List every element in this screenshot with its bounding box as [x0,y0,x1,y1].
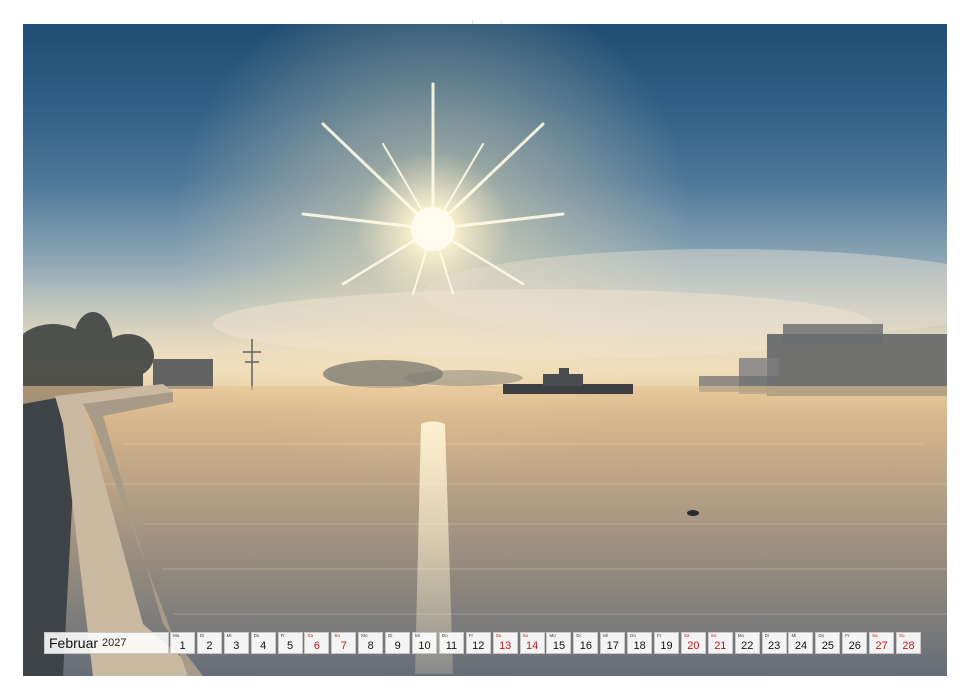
weekday-label: Mi [603,633,608,638]
day-cell: Mi 10 [412,632,438,654]
day-cell: Sa 20 [680,632,706,654]
weekday-label: Do [818,633,825,638]
day-cell: Sa 27 [869,632,895,654]
duck-icon [687,510,699,516]
day-number: 18 [633,640,646,652]
weekday-label: Mo [173,633,180,638]
weekday-label: Do [253,633,260,638]
day-number: 17 [606,640,619,652]
day-cells: Mo 1 Di 2 Mi 3 Do 4 Fr 5 Sa 6 So 7 Mo 8 Di 9 Mi 10 Do 11 Fr 12 S… [170,632,923,654]
day-number: 12 [472,640,485,652]
weekday-label: Mi [791,633,797,638]
day-cell: Do 25 [815,632,841,654]
day-number: 23 [767,640,781,652]
day-number: 21 [714,640,727,652]
month-label: Februar 2027 [44,632,169,654]
weekday-label: Sa [683,633,690,638]
weekday-label: Do [630,633,636,638]
day-cell: Do 11 [438,632,464,654]
weekday-label: Sa [495,633,502,638]
weekday-label: Mi [226,633,232,638]
photo-scene [23,24,947,676]
weekday-label: So [334,633,340,638]
day-number: 9 [394,640,401,652]
day-number: 1 [179,640,186,652]
day-number: 13 [499,640,512,652]
calendar-strip: Februar 2027 Mo 1 Di 2 Mi 3 Do 4 Fr 5 Sa 6 So 7 Mo 8 Di 9… [44,632,923,654]
day-cell: Di 9 [385,632,411,654]
day-cell: Di 16 [573,632,599,654]
weekday-label: Sa [307,633,313,638]
day-number: 2 [206,640,213,652]
day-cell: Di 2 [196,632,222,654]
day-number: 24 [794,640,808,652]
weekday-label: Fr [657,633,662,638]
day-cell: So 21 [707,632,733,654]
river-sunrise-photo [23,24,947,676]
weekday-label: So [899,633,905,638]
weekday-label: Di [199,633,205,638]
weekday-label: Do [441,633,448,638]
month-name: Februar [49,635,99,651]
day-cell: Fr 19 [654,632,680,654]
weekday-label: Mo [549,633,556,638]
day-number: 6 [313,640,321,652]
day-number: 27 [875,640,888,652]
day-number: 14 [525,640,539,652]
day-cell: Do 18 [627,632,653,654]
weekday-label: So [522,633,529,638]
day-cell: Fr 12 [465,632,491,654]
day-cell: Do 4 [250,632,276,654]
day-number: 10 [418,640,431,652]
day-cell: Mi 24 [788,632,814,654]
day-number: 26 [848,640,861,652]
day-number: 3 [233,640,240,652]
day-number: 19 [660,640,673,652]
weekday-label: So [710,633,717,638]
day-number: 25 [821,640,834,652]
day-number: 16 [579,640,592,652]
day-cell: Fr 26 [842,632,868,654]
weekday-label: Fr [468,633,474,638]
day-cell: Sa 13 [492,632,518,654]
day-number: 4 [260,640,267,652]
weekday-label: Mi [415,633,420,638]
day-number: 7 [340,640,347,652]
weekday-label: Di [764,633,769,638]
day-number: 11 [445,640,458,652]
day-cell: Di 23 [761,632,787,654]
day-number: 5 [287,640,294,652]
day-cell: Mo 22 [734,632,760,654]
day-cell: Mi 3 [223,632,249,654]
day-number: 20 [687,640,700,652]
year: 2027 [102,637,127,649]
day-cell: So 7 [331,632,357,654]
day-number: 15 [552,640,566,652]
day-cell: Mo 15 [546,632,572,654]
day-cell: So 14 [519,632,545,654]
day-cell: Mo 8 [358,632,384,654]
day-number: 8 [367,640,374,652]
weekday-label: Mo [737,633,744,638]
day-cell: Mo 1 [170,632,195,654]
weekday-label: Fr [845,633,850,638]
day-cell: Fr 5 [277,632,303,654]
day-cell: Mi 17 [600,632,626,654]
day-cell: So 28 [896,632,922,654]
weekday-label: Mo [361,633,368,638]
weekday-label: Di [388,633,393,638]
day-cell: Sa 6 [304,632,330,654]
day-number: 28 [902,640,915,652]
weekday-label: Sa [872,633,878,638]
weekday-label: Fr [280,633,285,638]
day-number: 22 [741,640,754,652]
weekday-label: Di [576,633,581,638]
